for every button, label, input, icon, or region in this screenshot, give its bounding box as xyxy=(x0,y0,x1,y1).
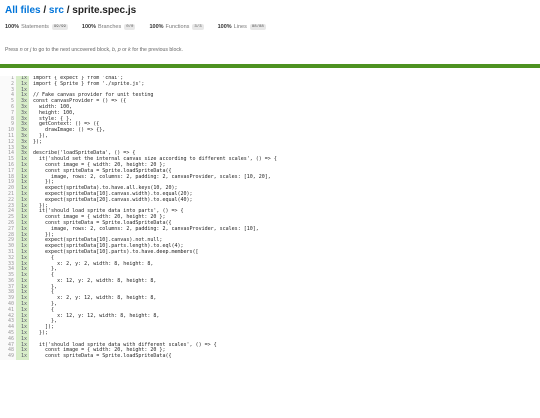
coverage-status-bar xyxy=(0,64,540,68)
source-line: const spriteData = Sprite.loadSpriteData… xyxy=(33,353,172,360)
file-name: sprite.spec.js xyxy=(72,5,137,16)
code-line: 49 1x const spriteData = Sprite.loadSprit… xyxy=(0,353,540,361)
branches-fraction: 0/0 xyxy=(124,23,136,30)
branches-label: Branches xyxy=(98,23,122,30)
lines-stat: 100% Lines 88/88 xyxy=(217,23,266,30)
line-number-link[interactable]: 49 xyxy=(0,353,16,361)
functions-pct: 100% xyxy=(149,23,164,30)
hint-text: Press xyxy=(5,47,20,53)
src-dir-link[interactable]: src xyxy=(49,5,64,16)
report-header: All files / src / sprite.spec.js 100% St… xyxy=(0,0,540,54)
lines-pct: 100% xyxy=(217,23,232,30)
source-code-table: 1 1x import { expect } from 'chai'; 2 1x impo… xyxy=(0,76,540,418)
lines-fraction: 88/88 xyxy=(249,23,266,30)
functions-label: Functions xyxy=(165,23,190,30)
keyboard-hint: Press n or j to go to the next uncovered… xyxy=(5,46,535,54)
lines-label: Lines xyxy=(233,23,247,30)
functions-stat: 100% Functions 3/3 xyxy=(149,23,204,30)
statements-fraction: 99/99 xyxy=(51,23,68,30)
statements-pct: 100% xyxy=(5,23,20,30)
breadcrumb: All files / src / sprite.spec.js xyxy=(5,4,535,17)
branches-stat: 100% Branches 0/0 xyxy=(81,23,136,30)
all-files-link[interactable]: All files xyxy=(5,5,41,16)
hint-text: or xyxy=(22,47,31,53)
hit-count: 1x xyxy=(16,353,29,361)
functions-fraction: 3/3 xyxy=(192,23,204,30)
hint-text: for the previous block. xyxy=(130,47,183,53)
coverage-summary: 100% Statements 99/99 100% Branches 0/0 … xyxy=(5,21,535,32)
branches-pct: 100% xyxy=(81,23,96,30)
breadcrumb-separator: / xyxy=(40,5,49,16)
statements-label: Statements xyxy=(21,23,49,30)
hint-text: to go to the next uncovered block, xyxy=(31,47,112,53)
statements-stat: 100% Statements 99/99 xyxy=(5,23,68,30)
